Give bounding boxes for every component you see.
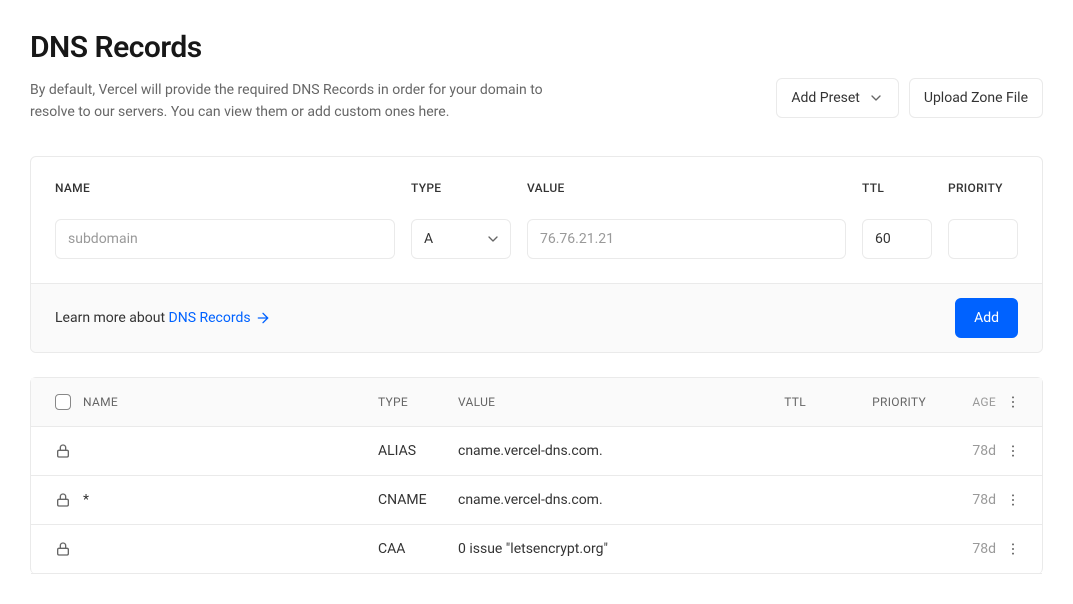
table-header: NAME TYPE VALUE TTL PRIORITY AGE xyxy=(31,378,1042,427)
learn-more-link[interactable]: DNS Records xyxy=(169,310,271,326)
dns-records-table: NAME TYPE VALUE TTL PRIORITY AGE ALIAS c… xyxy=(30,377,1043,574)
table-row: * CNAME cname.vercel-dns.com. 78d xyxy=(31,476,1042,525)
chevron-down-icon xyxy=(868,90,884,106)
dns-form-panel: NAME TYPE A VALUE TTL xyxy=(30,156,1043,353)
form-label-name: NAME xyxy=(55,181,395,195)
lock-icon xyxy=(55,541,71,557)
cell-value: 0 issue "letsencrypt.org" xyxy=(458,541,716,557)
type-select[interactable]: A xyxy=(411,219,511,259)
cell-type: CAA xyxy=(378,541,458,557)
priority-input[interactable] xyxy=(948,219,1018,259)
arrow-right-icon xyxy=(255,310,271,326)
form-label-type: TYPE xyxy=(411,181,511,195)
add-preset-label: Add Preset xyxy=(791,90,860,106)
cell-type: ALIAS xyxy=(378,443,458,459)
upload-zone-label: Upload Zone File xyxy=(924,90,1028,106)
add-button[interactable]: Add xyxy=(955,298,1018,338)
header-ttl: TTL xyxy=(716,395,806,409)
form-label-priority: PRIORITY xyxy=(948,181,1018,195)
learn-more-text: Learn more about DNS Records xyxy=(55,310,271,326)
lock-icon xyxy=(55,492,71,508)
form-label-ttl: TTL xyxy=(862,181,932,195)
lock-icon xyxy=(55,443,71,459)
upload-zone-file-button[interactable]: Upload Zone File xyxy=(909,78,1043,118)
form-label-value: VALUE xyxy=(527,181,846,195)
row-menu-icon[interactable] xyxy=(1005,492,1021,508)
select-all-checkbox[interactable] xyxy=(55,394,71,410)
cell-name: * xyxy=(83,492,378,508)
ttl-input[interactable] xyxy=(862,219,932,259)
table-row: ALIAS cname.vercel-dns.com. 78d xyxy=(31,427,1042,476)
page-description: By default, Vercel will provide the requ… xyxy=(30,79,590,124)
page-title: DNS Records xyxy=(30,30,590,65)
header-type: TYPE xyxy=(378,395,458,409)
value-input[interactable] xyxy=(527,219,846,259)
cell-age: 78d xyxy=(926,492,996,508)
cell-age: 78d xyxy=(926,443,996,459)
name-input[interactable] xyxy=(55,219,395,259)
table-row: CAA 0 issue "letsencrypt.org" 78d xyxy=(31,525,1042,574)
header-age: AGE xyxy=(926,395,996,409)
cell-value: cname.vercel-dns.com. xyxy=(458,492,716,508)
cell-value: cname.vercel-dns.com. xyxy=(458,443,716,459)
cell-type: CNAME xyxy=(378,492,458,508)
header-name: NAME xyxy=(83,395,378,409)
header-value: VALUE xyxy=(458,395,716,409)
header-menu-icon[interactable] xyxy=(1005,394,1021,410)
row-menu-icon[interactable] xyxy=(1005,541,1021,557)
header-priority: PRIORITY xyxy=(806,395,926,409)
cell-age: 78d xyxy=(926,541,996,557)
add-preset-button[interactable]: Add Preset xyxy=(776,78,899,118)
row-menu-icon[interactable] xyxy=(1005,443,1021,459)
